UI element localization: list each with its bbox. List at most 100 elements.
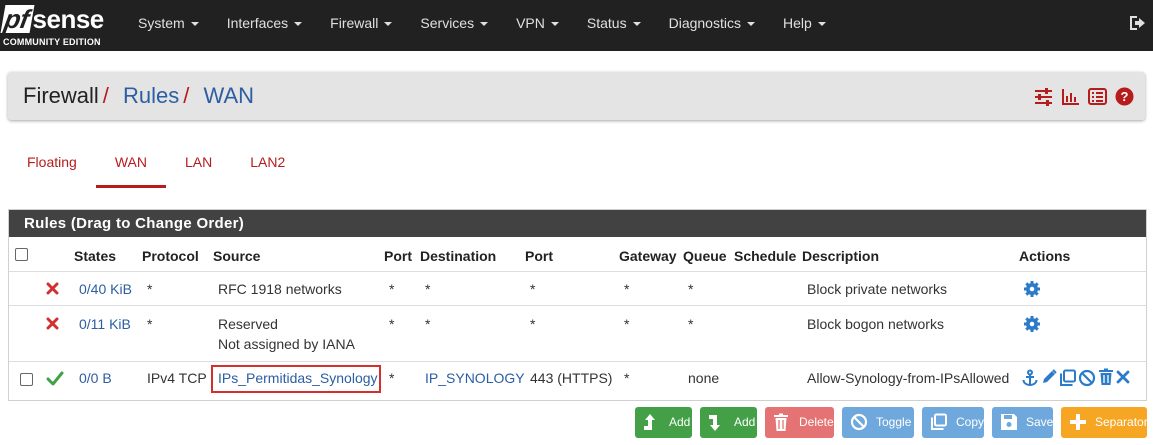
caret-down-icon <box>550 22 559 27</box>
block-x-icon <box>46 317 59 330</box>
tab-floating[interactable]: Floating <box>8 144 96 188</box>
rules-panel: Rules (Drag to Change Order) States Prot… <box>8 209 1147 401</box>
menu-firewall[interactable]: Firewall <box>316 0 406 51</box>
tab-lan2[interactable]: LAN2 <box>231 144 304 188</box>
row-divider <box>9 305 1146 306</box>
interface-tabs: Floating WAN LAN LAN2 <box>8 144 304 188</box>
button-label: Separator <box>1095 415 1148 429</box>
menu-interfaces[interactable]: Interfaces <box>213 0 316 51</box>
caret-down-icon <box>480 22 489 27</box>
edit-pencil-icon[interactable] <box>1040 368 1058 386</box>
breadcrumb-separator: / <box>183 83 190 108</box>
add-rule-bottom-button[interactable]: Add <box>700 407 757 438</box>
delete-button[interactable]: Delete <box>765 407 834 438</box>
anchor-icon[interactable] <box>1021 369 1039 387</box>
source-alias-link[interactable]: IPs_Permitidas_Synology <box>218 370 378 386</box>
sliders-icon[interactable] <box>1034 87 1053 106</box>
add-separator-button[interactable]: Separator <box>1061 407 1148 438</box>
header-icon-group: ? <box>1034 87 1134 106</box>
states-link[interactable]: 0/40 KiB <box>79 281 132 297</box>
source-cell: Reserved <box>218 316 278 332</box>
select-all-checkbox[interactable] <box>15 248 28 261</box>
menu-diagnostics[interactable]: Diagnostics <box>655 0 769 51</box>
block-x-icon <box>46 282 59 295</box>
list-icon[interactable] <box>1088 87 1107 106</box>
gateway-cell: * <box>624 281 630 297</box>
menu-status[interactable]: Status <box>573 0 655 51</box>
gear-icon[interactable] <box>1023 280 1041 298</box>
button-label: Add <box>734 415 756 429</box>
caret-down-icon <box>190 22 199 27</box>
plus-icon <box>1070 414 1086 430</box>
destination-cell: * <box>425 316 431 332</box>
arrow-up-icon <box>644 414 655 430</box>
caret-down-icon <box>384 22 393 27</box>
column-header-dest-port[interactable]: Port <box>525 248 553 264</box>
logo-pf: pf <box>0 4 35 34</box>
add-rule-top-button[interactable]: Add <box>635 407 692 438</box>
row-divider <box>9 361 1146 362</box>
logout-icon[interactable] <box>1128 13 1148 33</box>
source-cell-line2: Not assigned by IANA <box>218 336 355 352</box>
description-cell: Block private networks <box>807 281 948 297</box>
menu-services[interactable]: Services <box>406 0 502 51</box>
disable-ban-icon[interactable] <box>1078 369 1096 387</box>
column-header-description[interactable]: Description <box>802 248 879 264</box>
column-header-gateway[interactable]: Gateway <box>619 248 677 264</box>
trash-icon[interactable] <box>1097 368 1115 386</box>
column-header-source[interactable]: Source <box>213 248 260 264</box>
pass-check-icon <box>46 371 64 386</box>
copy-icon <box>931 413 947 430</box>
bar-chart-icon[interactable] <box>1061 87 1080 106</box>
queue-cell: * <box>688 281 694 297</box>
caret-down-icon <box>817 22 826 27</box>
menu-label: Help <box>782 15 812 31</box>
breadcrumb-rules-link[interactable]: Rules <box>123 83 179 108</box>
rules-panel-title: Rules (Drag to Change Order) <box>9 210 1146 237</box>
menu-vpn[interactable]: VPN <box>502 0 573 51</box>
column-header-queue[interactable]: Queue <box>683 248 727 264</box>
port-cell: * <box>389 316 395 332</box>
gateway-cell: * <box>624 316 630 332</box>
menu-label: Diagnostics <box>668 15 741 31</box>
queue-cell: * <box>688 316 694 332</box>
destination-alias-link[interactable]: IP_SYNOLOGY <box>425 370 525 386</box>
destination-cell: * <box>425 281 431 297</box>
button-label: Copy <box>956 415 985 429</box>
toggle-button[interactable]: Toggle <box>842 407 914 438</box>
description-cell: Allow-Synology-from-IPsAllowed <box>807 370 1010 386</box>
column-header-protocol[interactable]: Protocol <box>142 248 199 264</box>
copy-icon[interactable] <box>1059 369 1077 387</box>
states-link[interactable]: 0/11 KiB <box>79 316 131 332</box>
delete-x-icon[interactable] <box>1116 370 1130 384</box>
button-label: Toggle <box>876 415 912 429</box>
row-divider <box>9 271 1146 272</box>
column-header-destination[interactable]: Destination <box>420 248 496 264</box>
gateway-cell: * <box>624 370 630 386</box>
column-header-states[interactable]: States <box>74 248 116 264</box>
gear-icon[interactable] <box>1023 315 1041 333</box>
main-menu: System Interfaces Firewall Services VPN … <box>124 0 840 51</box>
menu-help[interactable]: Help <box>769 0 840 51</box>
caret-down-icon <box>294 22 303 27</box>
pfsense-logo[interactable]: pfsense COMMUNITY EDITION <box>0 4 111 47</box>
menu-label: Services <box>420 15 475 31</box>
save-button[interactable]: Save <box>992 407 1053 438</box>
column-header-schedule[interactable]: Schedule <box>734 248 796 264</box>
column-header-actions: Actions <box>1019 248 1071 264</box>
port-cell: * <box>389 281 395 297</box>
menu-system[interactable]: System <box>124 0 213 51</box>
help-icon[interactable]: ? <box>1115 87 1134 106</box>
description-cell: Block bogon networks <box>807 316 944 332</box>
tab-lan[interactable]: LAN <box>166 144 231 188</box>
save-disk-icon <box>1001 414 1017 430</box>
tab-wan[interactable]: WAN <box>95 144 166 188</box>
dest-port-cell: * <box>530 281 536 297</box>
breadcrumb-wan-link[interactable]: WAN <box>204 83 255 108</box>
states-link[interactable]: 0/0 B <box>79 370 112 386</box>
menu-label: Firewall <box>330 15 379 31</box>
copy-button[interactable]: Copy <box>922 407 984 438</box>
row-select-checkbox[interactable] <box>20 373 33 386</box>
column-header-port[interactable]: Port <box>384 248 412 264</box>
menu-label: Interfaces <box>226 15 289 31</box>
